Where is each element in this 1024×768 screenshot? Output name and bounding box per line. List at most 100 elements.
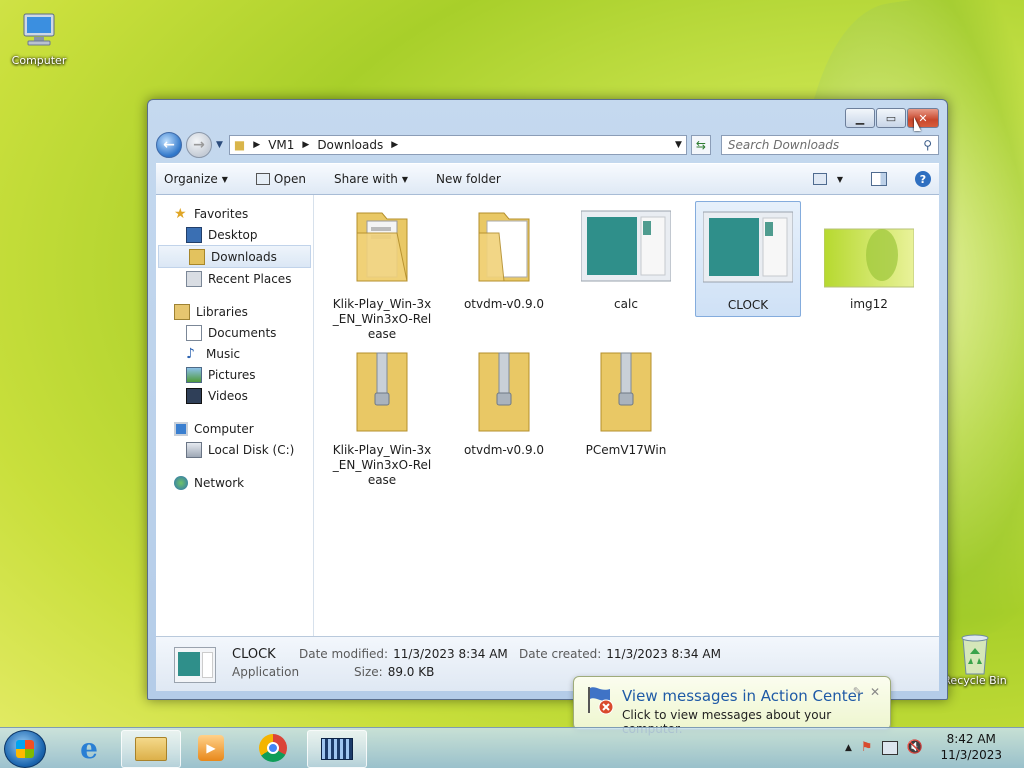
taskbar-clock[interactable]: 8:42 AM 11/3/2023 — [940, 731, 1002, 763]
nav-downloads[interactable]: Downloads — [158, 245, 311, 268]
breadcrumb-separator-icon[interactable]: ▶ — [391, 140, 398, 150]
taskbar-calculator[interactable] — [307, 730, 367, 768]
preview-pane-icon — [871, 172, 887, 186]
file-item[interactable]: otvdm-v0.9.0 — [452, 347, 556, 458]
music-icon: ♪ — [186, 345, 195, 362]
folder-icon — [459, 203, 549, 293]
nav-recent-places[interactable]: Recent Places — [156, 268, 313, 289]
chevron-down-icon: ▼ — [401, 174, 409, 184]
file-item-selected[interactable]: CLOCK — [695, 201, 801, 317]
refresh-icon: ⇆ — [695, 138, 706, 152]
nav-network[interactable]: Network — [156, 472, 313, 493]
taskbar-windows-explorer[interactable] — [121, 730, 181, 768]
close-icon[interactable]: ✕ — [870, 685, 880, 699]
nav-local-disk[interactable]: Local Disk (C:) — [156, 439, 313, 460]
breadcrumb-vm1[interactable]: VM1 — [268, 138, 294, 152]
preview-pane-button[interactable] — [871, 172, 887, 186]
internet-explorer-icon: e — [80, 731, 98, 765]
help-button[interactable]: ? — [915, 171, 931, 187]
network-icon — [174, 475, 188, 490]
new-folder-button[interactable]: New folder — [436, 172, 501, 186]
date-modified-value: 11/3/2023 8:34 AM — [393, 647, 508, 661]
breadcrumb-downloads[interactable]: Downloads — [317, 138, 383, 152]
size-label: Size: — [354, 665, 383, 679]
system-tray: ▲ ⚑ 🔇 — [845, 740, 923, 755]
nav-recent-label: Recent Places — [208, 271, 292, 286]
taskbar-chrome[interactable] — [244, 730, 302, 766]
nav-local-disk-label: Local Disk (C:) — [208, 442, 295, 457]
zip-folder-icon — [581, 349, 671, 439]
pictures-icon — [186, 366, 202, 383]
nav-documents[interactable]: Documents — [156, 322, 313, 343]
explorer-body: ★ Favorites Desktop Downloads Recent Pla… — [156, 195, 939, 636]
share-with-button[interactable]: Share with ▼ — [334, 172, 408, 186]
navigation-pane: ★ Favorites Desktop Downloads Recent Pla… — [156, 195, 314, 636]
settings-icon[interactable]: ✎ — [853, 685, 862, 698]
address-bar[interactable]: ■ ▶ VM1 ▶ Downloads ▶ ▼ — [228, 135, 687, 155]
file-item[interactable]: calc — [574, 201, 678, 312]
file-name: Klik-Play_Win-3x_EN_Win3xO-Release — [332, 443, 432, 487]
breadcrumb-separator-icon[interactable]: ▶ — [253, 140, 260, 150]
back-button[interactable]: ← — [156, 132, 182, 158]
taskbar-media-player[interactable]: ▶ — [182, 730, 240, 766]
desktop-icon-recycle-label: Recycle Bin — [943, 674, 1007, 687]
refresh-button[interactable]: ⇆ — [690, 135, 711, 155]
file-item[interactable]: otvdm-v0.9.0 — [452, 201, 556, 312]
breadcrumb-separator-icon[interactable]: ▶ — [302, 140, 309, 150]
file-name: PCemV17Win — [585, 443, 667, 457]
organize-button[interactable]: Organize ▼ — [164, 172, 228, 186]
application-icon — [255, 173, 270, 185]
network-tray-icon[interactable] — [881, 740, 898, 755]
media-player-icon: ▶ — [198, 735, 224, 761]
nav-videos[interactable]: Videos — [156, 385, 313, 406]
application-window-icon — [702, 204, 794, 294]
nav-computer[interactable]: Computer — [156, 418, 313, 439]
change-view-button[interactable]: ▼ — [812, 173, 843, 185]
zip-folder-icon — [459, 349, 549, 439]
nav-videos-label: Videos — [208, 388, 248, 403]
nav-pictures[interactable]: Pictures — [156, 364, 313, 385]
navigation-bar: ← → ▼ ■ ▶ VM1 ▶ Downloads ▶ ▼ ⇆ Search D… — [156, 130, 939, 160]
date-modified-label: Date modified: — [299, 647, 389, 661]
zip-folder-icon — [337, 349, 427, 439]
close-button[interactable]: ✕ — [907, 108, 939, 128]
details-file-name: CLOCK — [232, 647, 276, 662]
videos-icon — [186, 387, 202, 404]
open-button[interactable]: Open — [255, 172, 306, 186]
file-item[interactable]: PCemV17Win — [574, 347, 678, 458]
file-item[interactable]: Klik-Play_Win-3x_EN_Win3xO-Release — [330, 201, 434, 342]
action-center-tray-icon[interactable]: ⚑ — [861, 740, 873, 755]
calculator-icon — [321, 738, 353, 760]
desktop-icon-computer[interactable]: Computer — [4, 12, 74, 67]
search-box[interactable]: Search Downloads ⚲ — [720, 135, 939, 155]
file-item[interactable]: img12 — [817, 201, 921, 312]
nav-music[interactable]: ♪ Music — [156, 343, 313, 364]
maximize-button[interactable]: ▭ — [876, 108, 906, 128]
forward-button[interactable]: → — [186, 132, 212, 158]
notification-title: View messages in Action Center — [622, 687, 864, 705]
taskbar: e ▶ ▲ ⚑ 🔇 8:42 AM 11/3/2023 — [0, 727, 1024, 768]
date-created-value: 11/3/2023 8:34 AM — [606, 647, 721, 661]
nav-desktop[interactable]: Desktop — [156, 224, 313, 245]
show-hidden-icons-button[interactable]: ▲ — [845, 743, 852, 753]
application-window-icon — [580, 203, 672, 293]
file-item[interactable]: Klik-Play_Win-3x_EN_Win3xO-Release — [330, 347, 434, 488]
libraries-icon — [174, 303, 190, 320]
chrome-icon — [259, 734, 287, 762]
documents-icon — [186, 324, 202, 341]
recent-pages-dropdown[interactable]: ▼ — [216, 140, 223, 150]
minimize-icon: ▁ — [855, 111, 865, 125]
downloads-folder-icon — [189, 248, 205, 265]
start-button[interactable] — [4, 730, 46, 768]
nav-network-label: Network — [194, 475, 245, 490]
action-center-notification[interactable]: View messages in Action Center Click to … — [573, 676, 891, 736]
minimize-button[interactable]: ▁ — [845, 108, 875, 128]
volume-muted-icon[interactable]: 🔇 — [907, 740, 923, 755]
desktop-icon-recycle-bin[interactable]: Recycle Bin — [940, 632, 1010, 687]
nav-libraries[interactable]: Libraries — [156, 301, 313, 322]
taskbar-internet-explorer[interactable]: e — [60, 730, 118, 766]
address-dropdown-icon[interactable]: ▼ — [675, 140, 682, 150]
nav-favorites[interactable]: ★ Favorites — [156, 203, 313, 224]
clock-date: 11/3/2023 — [940, 748, 1002, 762]
windows-explorer-icon — [135, 737, 167, 761]
